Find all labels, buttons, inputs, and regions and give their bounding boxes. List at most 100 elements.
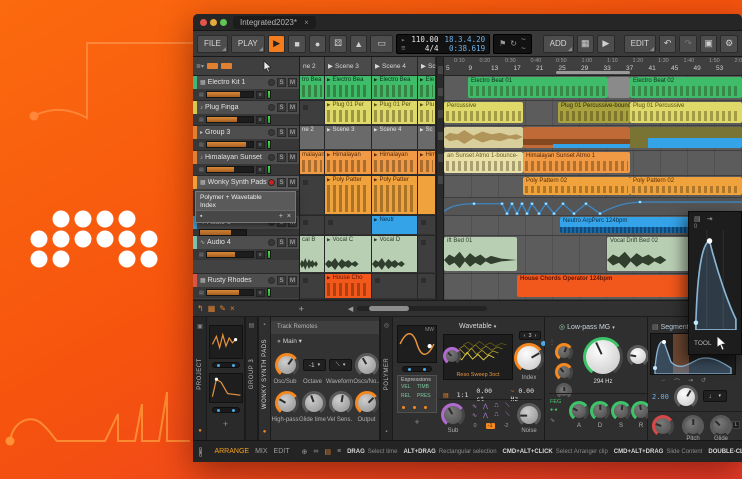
volume-fader[interactable] <box>206 141 254 148</box>
cutoff-value[interactable]: 294 Hz <box>583 379 623 385</box>
launcher-clip[interactable]: cal B <box>300 236 325 272</box>
group-summary-clip[interactable] <box>630 127 742 148</box>
empty-clip-slot[interactable] <box>325 216 372 234</box>
wavetable-title[interactable]: Wavetable ▾ <box>459 323 496 330</box>
resonance-knob[interactable] <box>627 345 649 367</box>
launcher-clip[interactable]: tro Bea <box>300 76 325 99</box>
filter-small-knob-1[interactable] <box>555 343 573 361</box>
launcher-clip[interactable]: ▶Neutr <box>372 216 418 234</box>
scene-header[interactable]: ▶Sc <box>418 57 436 75</box>
group-track-row[interactable]: ▸Group 3SM ▤≡ <box>193 126 299 151</box>
mod-wheel-display[interactable]: MW <box>397 325 437 363</box>
remote-knob-output[interactable] <box>355 391 379 415</box>
popup-add-button[interactable]: + <box>279 213 283 220</box>
attack-knob[interactable] <box>569 401 589 421</box>
arranger-clip[interactable]: Poly Pattern 02 <box>523 177 630 195</box>
feg-label[interactable]: FEG <box>550 399 561 405</box>
mute-button[interactable]: M <box>288 178 297 187</box>
arranger-clip[interactable]: Percussive <box>444 102 523 123</box>
group-scene-cell[interactable]: ▶Scene 3 <box>325 126 372 149</box>
index-knob[interactable] <box>514 343 544 373</box>
group-scene-cell[interactable]: ne 2 <box>300 126 325 149</box>
filter-small-knob-3[interactable] <box>556 383 572 399</box>
filter-small-knob-2[interactable] <box>555 363 573 381</box>
arranger-clip[interactable]: Electro Beat 02 <box>630 77 742 98</box>
glide-latch-badge[interactable]: L <box>732 421 740 429</box>
lfo-modulator-display[interactable] <box>209 325 243 359</box>
remote-knob-osc-sub[interactable] <box>275 353 299 377</box>
history-icon[interactable]: ↰ <box>197 304 204 313</box>
sub-octave-selector[interactable]: 0 -1 -2 <box>469 423 513 429</box>
ratio-value[interactable]: 1:1 <box>457 391 469 399</box>
empty-clip-slot[interactable] <box>418 274 436 298</box>
solo-button[interactable]: S <box>277 153 286 162</box>
punch-icon[interactable]: ⚑ <box>499 39 506 48</box>
shuffle-icon[interactable]: ⚄ <box>329 35 347 53</box>
envelope-modulator-display[interactable] <box>209 373 243 403</box>
arranger-toggle-icon[interactable] <box>221 63 232 69</box>
expr-vel[interactable]: VEL <box>401 384 417 390</box>
arranger-clip[interactable]: ift Bed 01 <box>444 237 517 271</box>
arranger-clip[interactable]: Himalayan Sunset Atmo 1 <box>523 152 630 173</box>
group-scene-cell[interactable]: ▶Scene 4 <box>372 126 418 149</box>
song-position[interactable]: 18.3.4.20 <box>444 35 485 44</box>
file-menu-button[interactable]: FILE <box>197 35 228 53</box>
time-signature[interactable]: 4/4 <box>411 44 438 53</box>
launcher-clip[interactable]: ▶Poly Patter <box>372 176 418 214</box>
remote-knob-vel-sens[interactable] <box>329 391 353 415</box>
launcher-clip[interactable]: ▶Plug 01 Per <box>325 101 372 124</box>
expressions-box[interactable]: Expressions VEL TIMB REL PRES <box>397 375 437 413</box>
empty-clip-slot[interactable] <box>300 176 325 214</box>
metronome-icon[interactable]: ▲ <box>350 35 368 53</box>
minimize-window-button[interactable] <box>210 19 217 26</box>
tab-polymer[interactable]: ◎ POLYMER ▪ <box>380 317 393 440</box>
launcher-clip[interactable]: ▶Electro Bea <box>372 76 418 99</box>
record-arm-button[interactable] <box>268 277 275 284</box>
tab-wonky-synth-pads[interactable]: ▪ WONKY SYNTH PADS ● <box>258 317 271 440</box>
clip-color-icon[interactable]: ▤ <box>324 448 331 456</box>
browser-folder-icon[interactable]: ▤ <box>694 215 701 223</box>
close-window-button[interactable] <box>200 19 207 26</box>
arranger-clip[interactable]: Electro Beat 01 <box>468 77 608 98</box>
record-arm-button[interactable] <box>268 154 275 161</box>
decay-knob[interactable] <box>590 401 610 421</box>
record-arm-button[interactable] <box>268 179 275 186</box>
link-icon[interactable]: ∞ <box>313 448 318 455</box>
track-list-menu-icon[interactable]: ≣▾ <box>196 63 204 70</box>
noise-knob[interactable] <box>517 403 541 427</box>
empty-clip-slot[interactable] <box>372 274 418 298</box>
volume-fader[interactable] <box>199 229 247 236</box>
launcher-toggle-icon[interactable] <box>207 63 218 69</box>
launcher-clip[interactable]: ▶House Cho <box>325 274 372 298</box>
filter-title[interactable]: ◎ Low-pass MG ▾ <box>559 323 615 331</box>
project-tab[interactable]: Integrated2023* × <box>233 16 316 29</box>
group-summary-clip[interactable] <box>444 127 523 148</box>
solo-button[interactable]: S <box>277 103 286 112</box>
follow-playhead-icon[interactable]: ▶ <box>597 35 615 53</box>
grid-icon[interactable]: ▦ <box>208 304 216 313</box>
launcher-clip[interactable]: ▶Vocal D <box>372 236 418 272</box>
remote-knob-high-pass[interactable] <box>275 391 299 415</box>
add-track-plus-button[interactable]: + <box>299 304 304 314</box>
envelope-curve[interactable] <box>689 230 741 330</box>
mod-amount-slider[interactable] <box>212 362 240 368</box>
launcher-clip[interactable]: ▶Plu <box>418 101 436 124</box>
record-arm-button[interactable] <box>268 104 275 111</box>
group-summary-clip[interactable] <box>523 127 630 148</box>
maximize-window-button[interactable] <box>220 19 227 26</box>
launcher-clip[interactable]: malayan <box>300 151 325 174</box>
volume-fader[interactable] <box>206 116 254 123</box>
mute-button[interactable]: M <box>288 128 297 137</box>
solo-button[interactable]: S <box>277 178 286 187</box>
launcher-clip[interactable]: ▶Plug 01 Per <box>372 101 418 124</box>
settings-gear-icon[interactable]: ⚙ <box>720 35 738 53</box>
tab-project[interactable]: ▣ PROJECT ● <box>193 317 207 440</box>
add-track-button[interactable]: ADD <box>543 35 574 53</box>
record-arm-button[interactable] <box>268 79 275 86</box>
glide-knob[interactable] <box>710 415 732 437</box>
play-button[interactable]: ▶ <box>268 35 286 53</box>
copy-icon[interactable]: ▣ <box>700 35 718 53</box>
sub-waveform-selector[interactable]: ∿⋀⎍⟍∿⋀⎍⟍ <box>469 403 513 419</box>
volume-fader[interactable] <box>206 289 254 296</box>
scene-header[interactable]: ▶Scene 4 <box>372 57 418 75</box>
